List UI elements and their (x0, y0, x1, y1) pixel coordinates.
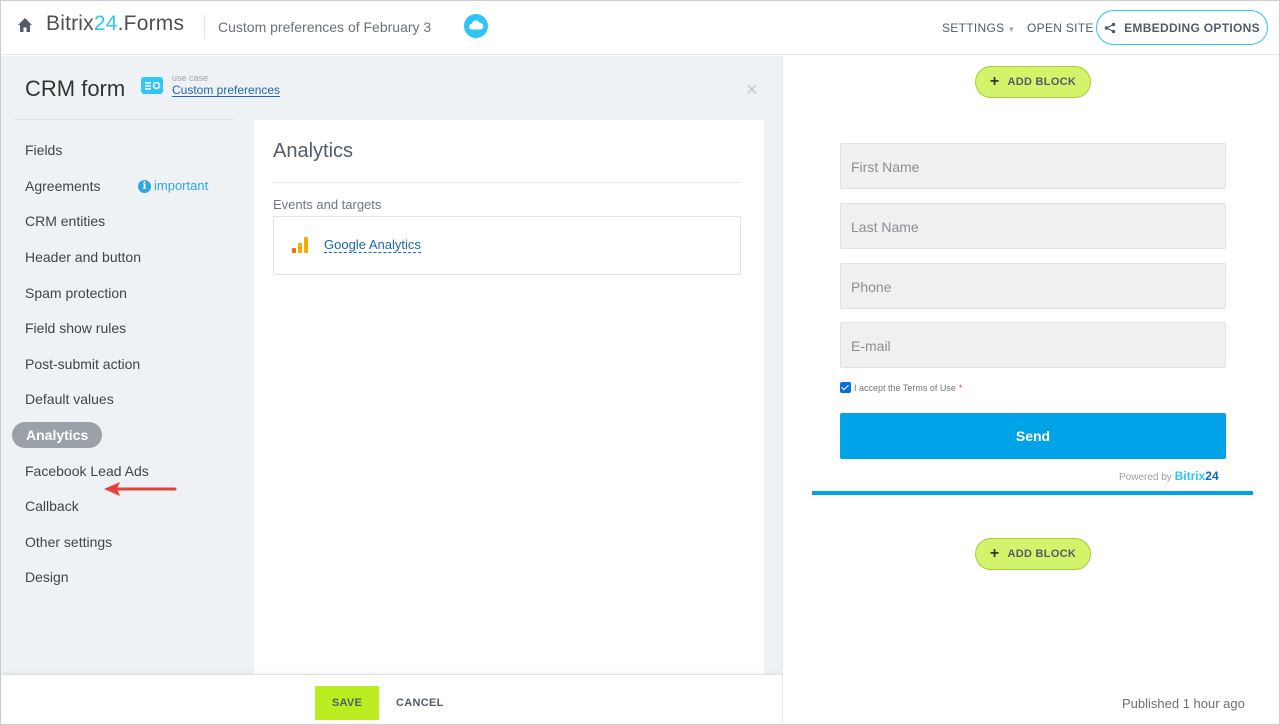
important-label: important (154, 178, 209, 193)
google-analytics-item[interactable]: Google Analytics (273, 216, 741, 275)
panel-footer: SAVE CANCEL (1, 674, 782, 724)
top-header: Bitrix24.Forms Custom preferences of Feb… (1, 1, 1279, 55)
card-title: Analytics (273, 140, 354, 162)
brand-logo[interactable]: Bitrix24.Forms (46, 12, 184, 36)
menu-divider (15, 119, 233, 120)
menu-item-agreements[interactable]: Agreements i important (25, 176, 208, 196)
google-analytics-link[interactable]: Google Analytics (324, 238, 421, 253)
form-preview: + ADD BLOCK First Name Last Name Phone E… (783, 56, 1279, 724)
menu-item-post-submit-action[interactable]: Post-submit action (25, 354, 140, 374)
save-button[interactable]: SAVE (315, 686, 379, 720)
menu-item-crm-entities[interactable]: CRM entities (25, 211, 105, 231)
google-analytics-icon (292, 237, 308, 253)
settings-panel: CRM form use case Custom preferences × F… (1, 56, 782, 674)
first-name-field[interactable]: First Name (840, 143, 1226, 189)
add-block-label: ADD BLOCK (1007, 548, 1077, 560)
powered-brand[interactable]: Bitrix24 (1175, 469, 1219, 483)
embedding-options-button[interactable]: EMBEDDING OPTIONS (1096, 10, 1268, 45)
send-button[interactable]: Send (840, 413, 1226, 459)
share-icon (1104, 22, 1116, 33)
menu-item-design[interactable]: Design (25, 567, 69, 587)
settings-menu[interactable]: SETTINGS ▼ (942, 21, 1016, 35)
close-icon[interactable]: × (746, 80, 758, 100)
powered-by-label: Powered by (1119, 472, 1172, 483)
cancel-button[interactable]: CANCEL (396, 697, 444, 709)
terms-consent: I accept the Terms of Use * (840, 382, 962, 393)
plus-icon: + (989, 545, 1000, 562)
menu-item-other-settings[interactable]: Other settings (25, 532, 112, 552)
required-marker: * (958, 382, 963, 393)
card-divider (273, 182, 741, 183)
important-badge[interactable]: i important (138, 176, 208, 196)
events-targets-label: Events and targets (273, 197, 382, 212)
add-block-button-top[interactable]: + ADD BLOCK (975, 66, 1091, 98)
plus-icon: + (989, 73, 1000, 90)
menu-item-agreements-label: Agreements (25, 178, 101, 194)
add-block-button-bottom[interactable]: + ADD BLOCK (975, 538, 1091, 570)
menu-item-callback[interactable]: Callback (25, 496, 79, 516)
add-block-label: ADD BLOCK (1007, 76, 1077, 88)
menu-item-default-values[interactable]: Default values (25, 389, 114, 409)
panel-title: CRM form (25, 76, 126, 101)
phone-field[interactable]: Phone (840, 263, 1226, 309)
published-status: Published 1 hour ago (1122, 696, 1245, 711)
menu-item-fields[interactable]: Fields (25, 140, 62, 160)
cloud-icon[interactable] (464, 14, 488, 38)
menu-item-header-and-button[interactable]: Header and button (25, 247, 141, 267)
analytics-card: Analytics Events and targets Google Anal… (254, 120, 764, 674)
home-icon[interactable] (16, 16, 34, 34)
open-site-link[interactable]: OPEN SITE (1027, 21, 1094, 35)
menu-item-field-show-rules[interactable]: Field show rules (25, 318, 126, 338)
annotation-arrow-icon (104, 482, 177, 496)
use-case-label: use case (172, 73, 209, 83)
embedding-options-label: EMBEDDING OPTIONS (1124, 20, 1260, 35)
use-case-link[interactable]: Custom preferences (172, 84, 281, 97)
header-divider (204, 15, 205, 39)
last-name-field[interactable]: Last Name (840, 203, 1226, 249)
email-field[interactable]: E-mail (840, 322, 1226, 368)
use-case-icon (141, 77, 163, 94)
powered-by: Powered by Bitrix24 (1119, 469, 1219, 483)
block-selection-line (812, 491, 1253, 495)
page-subtitle: Custom preferences of February 3 (218, 19, 432, 35)
info-icon: i (138, 179, 151, 193)
terms-checkbox[interactable] (840, 382, 851, 393)
menu-item-facebook-lead-ads[interactable]: Facebook Lead Ads (25, 461, 149, 481)
menu-item-analytics[interactable]: Analytics (12, 422, 103, 448)
menu-item-spam-protection[interactable]: Spam protection (25, 283, 127, 303)
chevron-down-icon: ▼ (1007, 25, 1016, 34)
terms-label: I accept the Terms of Use (854, 382, 956, 393)
